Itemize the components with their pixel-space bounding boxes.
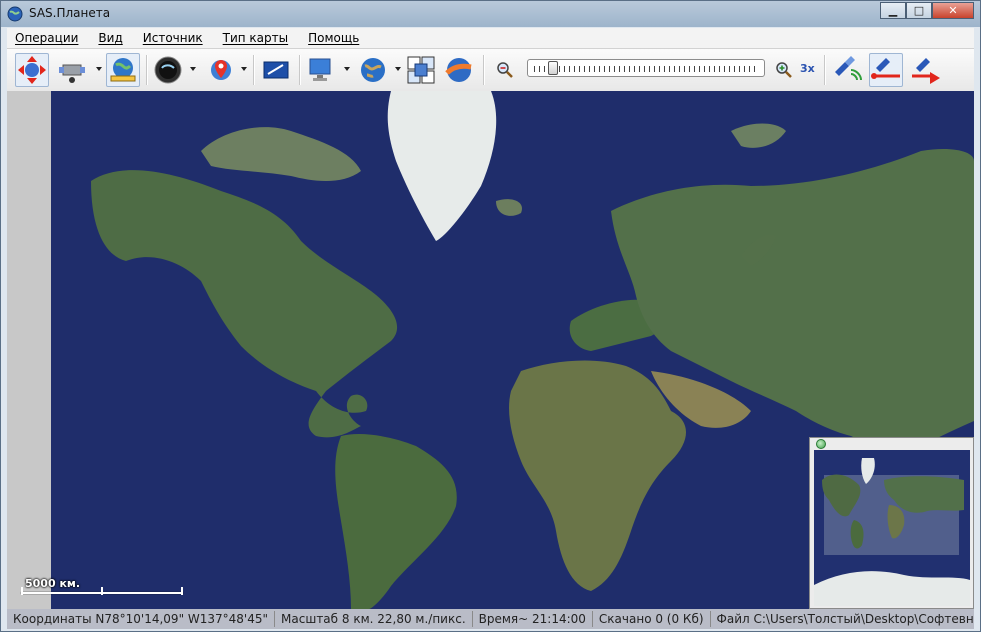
status-bar: Координаты N78°10'14,09" W137°48'45" Мас…	[7, 609, 974, 629]
scale-label: 5000 км.	[25, 577, 81, 590]
move-arrows-icon	[18, 56, 46, 84]
window-title: SAS.Планета	[29, 6, 111, 20]
menu-operations[interactable]: Операции	[15, 31, 78, 45]
minimap-panel[interactable]	[809, 437, 974, 609]
minimap-world-thumbnail	[814, 450, 970, 606]
window-controls: ▁ □ ✕	[880, 2, 974, 20]
fullscreen-icon	[263, 61, 289, 79]
status-scale: Масштаб 8 км. 22,80 м./пикс.	[275, 611, 473, 627]
toolbar-separator	[483, 55, 485, 85]
minimap-toggle-icon[interactable]	[816, 439, 826, 449]
left-gutter	[7, 91, 51, 609]
app-window: SAS.Планета ▁ □ ✕ Операции Вид Источник …	[0, 0, 981, 632]
toolbar-separator	[146, 55, 148, 85]
menu-map-type[interactable]: Тип карты	[223, 31, 288, 45]
scale-tick	[101, 587, 103, 595]
minimize-button[interactable]: ▁	[880, 2, 906, 19]
zoom-slider[interactable]	[527, 59, 765, 77]
map-source-button[interactable]	[356, 53, 390, 87]
zoom-in-icon	[776, 62, 792, 78]
zoom-out-button[interactable]	[488, 53, 522, 87]
globe-map-icon	[361, 58, 385, 82]
sat-marker-button[interactable]	[909, 53, 943, 87]
fullscreen-button[interactable]	[259, 53, 293, 87]
status-downloaded: Скачано 0 (0 Кб)	[593, 611, 711, 627]
title-bar[interactable]: SAS.Планета ▁ □ ✕	[1, 1, 980, 27]
status-file: Файл C:\Users\Толстый\Desktop\Софтевнны	[716, 612, 974, 626]
sat-wave-icon	[835, 56, 862, 81]
globe-ruler-icon	[110, 58, 136, 82]
computer-icon	[309, 58, 331, 81]
status-time: Время~ 21:14:00	[473, 611, 593, 627]
menu-help[interactable]: Помощь	[308, 31, 359, 45]
compass-icon	[154, 56, 182, 84]
sat-marker-icon	[912, 58, 940, 84]
marker-button[interactable]	[204, 53, 238, 87]
map-scale: 5000 км.	[21, 575, 183, 597]
zoom-slider-ticks	[534, 66, 758, 72]
layers-icon	[407, 56, 435, 84]
compass-button[interactable]	[151, 53, 185, 87]
marker-icon	[211, 60, 231, 80]
toolbar-separator	[253, 55, 255, 85]
toolbar-separator	[824, 55, 826, 85]
close-button[interactable]: ✕	[932, 2, 974, 19]
move-tool-button[interactable]	[15, 53, 49, 87]
ruler-button[interactable]	[106, 53, 140, 87]
menu-view[interactable]: Вид	[98, 31, 122, 45]
zoom-in-button[interactable]	[767, 53, 801, 87]
scale-tick	[21, 587, 23, 595]
zoom-out-icon	[497, 62, 513, 78]
map-source-dropdown-arrow[interactable]	[395, 67, 401, 71]
toolbar-separator	[299, 55, 301, 85]
sun-globe-button[interactable]	[442, 53, 476, 87]
sat-line-icon	[871, 58, 900, 79]
marker-dropdown-arrow[interactable]	[241, 67, 247, 71]
gps-button[interactable]	[55, 53, 89, 87]
sun-globe-icon	[445, 58, 472, 82]
zoom-level-label[interactable]: 3x	[800, 62, 815, 75]
compass-dropdown-arrow[interactable]	[190, 67, 196, 71]
status-coordinates: Координаты N78°10'14,09" W137°48'45"	[7, 611, 276, 627]
menu-bar: Операции Вид Источник Тип карты Помощь	[7, 28, 974, 48]
layers-button[interactable]	[404, 53, 438, 87]
menu-source[interactable]: Источник	[143, 31, 203, 45]
app-globe-icon	[7, 6, 23, 22]
computer-dropdown-arrow[interactable]	[344, 67, 350, 71]
maximize-button[interactable]: □	[906, 2, 932, 19]
zoom-slider-thumb[interactable]	[548, 61, 558, 75]
computer-button[interactable]	[305, 53, 339, 87]
gps-dropdown-arrow[interactable]	[96, 67, 102, 71]
gps-satellite-icon	[59, 64, 85, 83]
main-toolbar: 3x	[7, 48, 974, 92]
sat-line-button[interactable]	[869, 53, 903, 87]
scale-tick	[181, 587, 183, 595]
minimap-view[interactable]	[814, 450, 970, 606]
sat-wave-button[interactable]	[830, 53, 864, 87]
